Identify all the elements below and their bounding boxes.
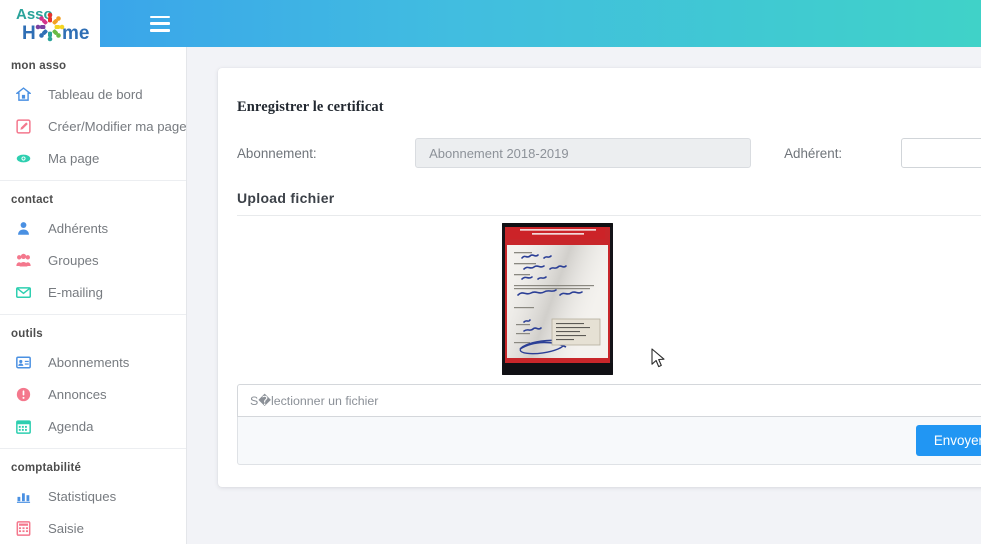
certificate-form-card: Enregistrer le certificat Abonnement: Ab… [218, 68, 981, 487]
sidebar-item-statistiques[interactable]: Statistiques [0, 480, 186, 512]
user-icon [16, 221, 38, 236]
abonnement-label: Abonnement: [237, 145, 317, 161]
sidebar-navigation: mon asso Tableau de bord Créer/Modifier … [0, 47, 187, 544]
subscription-member-row: Abonnement: Abonnement 2018-2019 Adhéren… [218, 116, 981, 168]
svg-text:me: me [62, 23, 89, 44]
application-window: Asso H me mon asso Tableau de bord Créer… [0, 0, 981, 544]
certificate-photo-image [502, 223, 613, 375]
sidebar-item-label: Ma page [48, 150, 100, 166]
sidebar-item-label: Groupes [48, 252, 99, 268]
sidebar-group-header: contact [11, 194, 54, 206]
id-card-icon [16, 355, 38, 370]
asso-home-logo-icon: Asso H me [16, 6, 89, 44]
sidebar-item-saisie[interactable]: Saisie [0, 512, 186, 544]
eye-icon [16, 151, 38, 166]
upload-preview-area [218, 216, 981, 384]
abonnement-select[interactable]: Abonnement 2018-2019 [415, 138, 752, 168]
sidebar-group-outils: outils Abonnements Annonces Agenda [0, 315, 186, 449]
sidebar-group-header: mon asso [11, 60, 67, 72]
page-title: Enregistrer le certificat [237, 99, 384, 115]
main-content-area: Enregistrer le certificat Abonnement: Ab… [187, 47, 981, 544]
card-footer-actions: Envoyer [237, 417, 981, 465]
certificate-photo-thumbnail[interactable] [502, 223, 613, 375]
envelope-icon [16, 285, 38, 300]
calendar-icon [16, 419, 38, 434]
sidebar-item-label: Annonces [48, 386, 107, 402]
top-bar-gradient [100, 0, 981, 47]
card-bottom-padding [218, 465, 981, 487]
sidebar-item-e-mailing[interactable]: E-mailing [0, 276, 186, 308]
adherent-select[interactable] [900, 138, 981, 168]
sidebar-item-label: Saisie [48, 520, 84, 536]
sidebar-item-label: Créer/Modifier ma page [48, 118, 187, 134]
sidebar-group-contact: contact Adhérents Groupes E-mailing [0, 181, 186, 315]
sidebar-group-header: comptabilité [11, 462, 82, 474]
sidebar-item-groupes[interactable]: Groupes [0, 244, 186, 276]
users-group-icon [16, 253, 38, 268]
sidebar-item-agenda[interactable]: Agenda [0, 410, 186, 442]
bar-chart-icon [16, 489, 38, 504]
sidebar-item-label: Agenda [48, 418, 94, 434]
calculator-icon [16, 520, 38, 536]
sidebar-item-label: Tableau de bord [48, 86, 143, 102]
menu-toggle-icon[interactable] [150, 15, 170, 32]
svg-text:Asso: Asso [16, 6, 53, 23]
submit-button[interactable]: Envoyer [915, 425, 981, 456]
sidebar-item-creer-modifier-ma-page[interactable]: Créer/Modifier ma page [0, 110, 186, 142]
sidebar-item-adherents[interactable]: Adhérents [0, 212, 186, 244]
svg-text:H: H [22, 23, 36, 44]
sidebar-group-mon-asso: mon asso Tableau de bord Créer/Modifier … [0, 47, 186, 181]
sidebar-item-abonnements[interactable]: Abonnements [0, 346, 186, 378]
sidebar-item-label: Statistiques [48, 488, 117, 504]
sidebar-item-annonces[interactable]: Annonces [0, 378, 186, 410]
sidebar-item-tableau-de-bord[interactable]: Tableau de bord [0, 78, 186, 110]
file-select-input[interactable]: S�lectionner un fichier [237, 384, 981, 417]
sidebar-item-label: Adhérents [48, 220, 109, 236]
alert-circle-icon [16, 387, 38, 402]
sidebar-item-label: Abonnements [48, 354, 130, 370]
sidebar-group-comptabilite: comptabilité Statistiques Saisie € Mes o… [0, 449, 186, 544]
home-icon [16, 86, 38, 102]
sidebar-group-header: outils [11, 328, 43, 340]
sidebar-item-label: E-mailing [48, 284, 103, 300]
adherent-label: Adhérent: [784, 145, 843, 161]
upload-section-title: Upload fichier [237, 190, 335, 206]
brand-logo[interactable]: Asso H me [0, 0, 100, 47]
top-bar: Asso H me [0, 0, 981, 47]
edit-square-icon [16, 118, 38, 134]
sidebar-item-ma-page[interactable]: Ma page [0, 142, 186, 174]
